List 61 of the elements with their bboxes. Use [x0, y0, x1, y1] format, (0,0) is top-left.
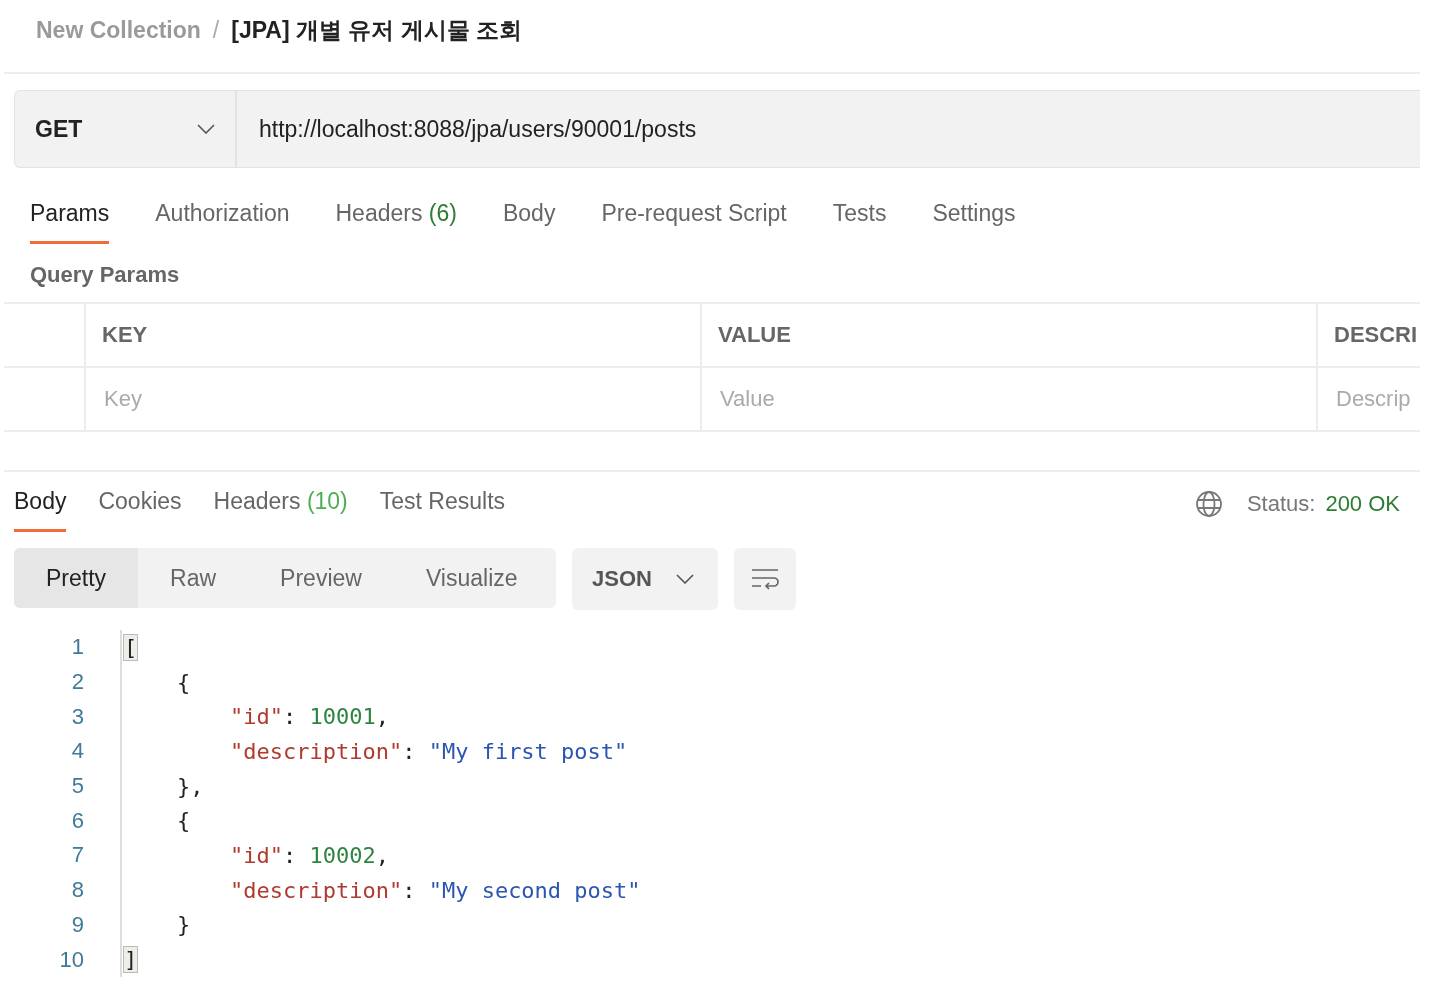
- request-tab[interactable]: Params: [30, 200, 110, 244]
- param-field[interactable]: Key: [102, 385, 700, 413]
- code-token: ,: [375, 842, 389, 868]
- param-field[interactable]: Descrip: [1334, 385, 1420, 413]
- response-tab[interactable]: Headers (10): [213, 488, 348, 532]
- line-number: 5: [70, 773, 85, 800]
- response-tab[interactable]: Test Results: [379, 488, 506, 532]
- globe-icon[interactable]: [1194, 490, 1223, 518]
- chevron-down-icon: [676, 574, 694, 584]
- code-token: },: [175, 773, 204, 799]
- status-value: 200 OK: [1325, 491, 1400, 517]
- code-token: "description": [228, 738, 403, 764]
- line-number: 1: [70, 634, 85, 661]
- view-mode-tab[interactable]: Raw: [138, 548, 249, 608]
- line-number: 7: [70, 842, 85, 869]
- line-number: 3: [70, 703, 85, 730]
- code-token: ,: [375, 704, 389, 730]
- code-token: :: [282, 704, 298, 730]
- view-mode-tab[interactable]: Pretty: [14, 548, 139, 608]
- line-number: 4: [70, 738, 85, 765]
- request-tab[interactable]: Pre-request Script: [601, 200, 787, 244]
- request-tab[interactable]: Headers (6): [335, 200, 457, 244]
- code-token: [: [124, 634, 138, 660]
- request-tab[interactable]: Settings: [932, 200, 1016, 244]
- format-dropdown[interactable]: JSON: [572, 548, 718, 610]
- code-token: 10002: [309, 842, 376, 868]
- code-token: "description": [228, 877, 403, 903]
- request-title: [JPA] 개별 유저 게시물 조회: [231, 15, 523, 45]
- column-header: KEY: [102, 322, 148, 348]
- view-mode-tab[interactable]: Visualize: [393, 548, 550, 608]
- status-label: Status:: [1246, 491, 1316, 517]
- code-token: "My second post": [428, 877, 641, 903]
- code-token: {: [175, 669, 191, 695]
- line-number: 10: [58, 946, 85, 973]
- line-number: 8: [70, 877, 85, 904]
- wrap-lines-icon: [750, 567, 780, 591]
- code-token: {: [175, 808, 191, 834]
- wrap-lines-button[interactable]: [734, 548, 796, 610]
- column-header: DESCRI: [1334, 322, 1418, 348]
- request-tab[interactable]: Body: [502, 200, 556, 244]
- view-mode-tab[interactable]: Preview: [248, 548, 394, 608]
- response-tab[interactable]: Body: [14, 488, 67, 532]
- code-token: "My first post": [428, 738, 628, 764]
- request-tab[interactable]: Tests: [832, 200, 887, 244]
- line-number: 2: [70, 669, 85, 696]
- code-token: ]: [124, 947, 138, 973]
- code-token: :: [402, 877, 417, 903]
- line-number: 9: [70, 911, 85, 938]
- code-token: :: [402, 738, 417, 764]
- param-field[interactable]: Value: [718, 385, 1316, 413]
- request-tab[interactable]: Authorization: [155, 200, 290, 244]
- response-tab[interactable]: Cookies: [98, 488, 182, 532]
- column-header: VALUE: [718, 322, 791, 348]
- code-token: :: [282, 842, 298, 868]
- code-token: }: [175, 912, 191, 938]
- code-token: 10001: [309, 704, 376, 730]
- code-token: "id": [228, 704, 283, 730]
- section-title: Query Params: [30, 262, 181, 289]
- line-number: 6: [70, 807, 85, 834]
- code-token: "id": [228, 842, 283, 868]
- breadcrumb-separator: /: [212, 16, 220, 44]
